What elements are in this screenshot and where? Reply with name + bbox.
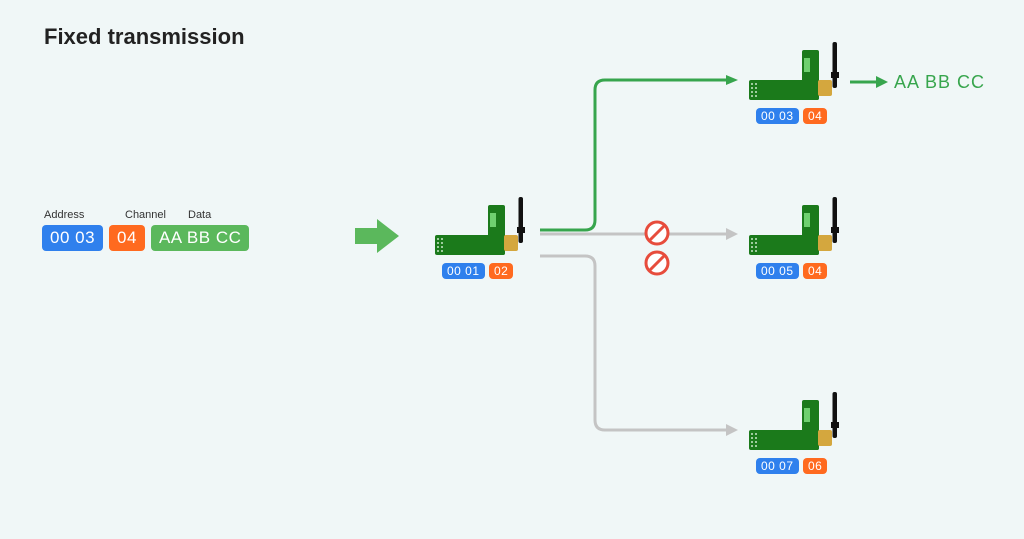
module-sender-labels: 00 01 02 xyxy=(442,262,513,280)
module-receiver-3-labels: 00 07 06 xyxy=(756,457,827,475)
label-channel: Channel xyxy=(125,209,166,221)
blocked-icon xyxy=(642,248,672,278)
blocked-icon xyxy=(642,218,672,248)
module-receiver-1-labels: 00 03 04 xyxy=(756,107,827,125)
arrow-send-icon xyxy=(355,216,405,256)
diagram-title: Fixed transmission xyxy=(44,24,245,50)
connection-blocked-2 xyxy=(540,250,740,440)
module-receiver-2-labels: 00 05 04 xyxy=(756,262,827,280)
arrow-output-icon xyxy=(850,74,890,90)
packet-channel: 04 xyxy=(109,225,145,251)
packet-address: 00 03 xyxy=(42,225,103,251)
r3-channel: 06 xyxy=(803,458,827,474)
module-receiver-1 xyxy=(744,40,844,104)
r3-address: 00 07 xyxy=(756,458,799,474)
output-data: AA BB CC xyxy=(894,72,985,93)
label-data: Data xyxy=(188,209,211,221)
r1-channel: 04 xyxy=(803,108,827,124)
module-receiver-3 xyxy=(744,390,844,454)
connection-success xyxy=(540,75,740,235)
packet: 00 03 04 AA BB CC xyxy=(42,225,249,251)
sender-address: 00 01 xyxy=(442,263,485,279)
label-address: Address xyxy=(44,209,84,221)
r2-address: 00 05 xyxy=(756,263,799,279)
packet-data: AA BB CC xyxy=(151,225,249,251)
module-sender xyxy=(430,195,530,259)
r1-address: 00 03 xyxy=(756,108,799,124)
connection-blocked-1 xyxy=(540,226,740,242)
r2-channel: 04 xyxy=(803,263,827,279)
sender-channel: 02 xyxy=(489,263,513,279)
module-receiver-2 xyxy=(744,195,844,259)
